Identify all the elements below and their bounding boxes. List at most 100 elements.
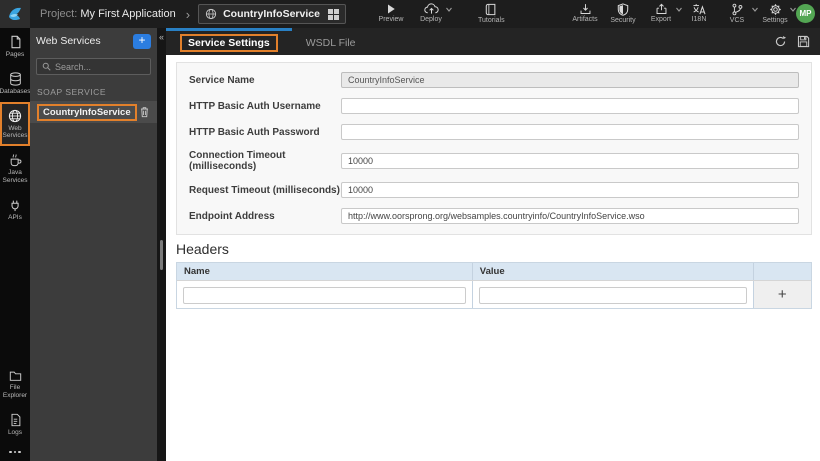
collapse-panel-button[interactable]: « bbox=[157, 33, 166, 42]
add-service-button[interactable]: + bbox=[133, 33, 151, 49]
deploy-label: Deploy bbox=[420, 16, 442, 23]
headers-table: Name Value + bbox=[176, 262, 812, 309]
i18n-button[interactable]: I18N bbox=[686, 3, 712, 23]
branch-icon bbox=[732, 3, 743, 16]
user-avatar[interactable]: MP bbox=[796, 4, 815, 23]
app-logo[interactable] bbox=[0, 0, 30, 28]
top-bar: Project: My First Application › CountryI… bbox=[0, 0, 820, 28]
upload-icon bbox=[656, 3, 666, 14]
endpoint-address-label: Endpoint Address bbox=[189, 210, 275, 222]
wavemaker-logo-icon bbox=[9, 7, 21, 21]
project-label: Project: bbox=[40, 8, 78, 20]
tab-service-settings-label: Service Settings bbox=[180, 34, 278, 52]
save-icon bbox=[797, 35, 810, 48]
sidebar-item-pages[interactable]: Pages bbox=[0, 28, 30, 65]
service-name-input bbox=[341, 72, 799, 88]
delete-service-button[interactable] bbox=[139, 106, 150, 118]
web-services-panel: Web Services + SOAP SERVICE CountryInfoS… bbox=[30, 28, 157, 461]
preview-button[interactable]: Preview bbox=[378, 3, 404, 23]
refresh-button[interactable] bbox=[774, 35, 787, 48]
artifacts-button[interactable]: Artifacts bbox=[572, 3, 598, 23]
tab-wsdl-file-label: WSDL File bbox=[305, 37, 356, 49]
play-icon bbox=[388, 4, 395, 14]
connection-timeout-input[interactable] bbox=[341, 153, 799, 169]
sidebar-item-apis[interactable]: APIs bbox=[0, 191, 30, 228]
auth-password-input[interactable] bbox=[341, 124, 799, 140]
header-action-cell: + bbox=[752, 281, 811, 308]
sidebar-label-pages: Pages bbox=[5, 51, 25, 58]
chevron-down-icon bbox=[446, 7, 452, 12]
sidebar-item-file-explorer[interactable]: File Explorer bbox=[0, 363, 30, 406]
deploy-button[interactable]: Deploy bbox=[418, 3, 452, 23]
cloud-up-icon bbox=[423, 3, 439, 14]
sidebar-item-databases[interactable]: Databases bbox=[0, 65, 31, 102]
security-label: Security bbox=[610, 17, 636, 24]
panel-header: Web Services + bbox=[30, 28, 157, 54]
book-icon bbox=[486, 3, 496, 16]
sidebar-item-web-services[interactable]: Web Services bbox=[0, 101, 30, 147]
sidebar-item-logs[interactable]: Logs bbox=[0, 406, 30, 443]
download-icon bbox=[580, 4, 590, 14]
endpoint-address-input[interactable] bbox=[341, 208, 799, 224]
coffee-icon bbox=[10, 154, 21, 167]
vertical-scrollbar[interactable] bbox=[160, 240, 163, 270]
sidebar-label-logs: Logs bbox=[7, 428, 23, 436]
database-icon bbox=[9, 72, 21, 86]
settings-content: Service Name HTTP Basic Auth Username HT… bbox=[166, 55, 820, 461]
tab-wsdl-file[interactable]: WSDL File bbox=[292, 28, 370, 55]
log-file-icon bbox=[11, 413, 20, 426]
column-header-value: Value bbox=[471, 263, 753, 280]
request-timeout-input[interactable] bbox=[341, 182, 799, 198]
form-row-endpoint: Endpoint Address bbox=[189, 208, 799, 224]
export-label: Export bbox=[650, 16, 672, 23]
gear-icon bbox=[769, 4, 781, 15]
left-nav-sidebar: Pages Databases Web Services Java Servic… bbox=[0, 28, 31, 461]
settings-label: Settings bbox=[762, 17, 788, 24]
breadcrumb-chevron-icon: › bbox=[185, 6, 191, 22]
tutorials-button[interactable]: Tutorials bbox=[478, 3, 505, 24]
connection-timeout-label: Connection Timeout (milliseconds) bbox=[189, 150, 286, 172]
security-button[interactable]: Security bbox=[610, 3, 636, 24]
add-header-row-button[interactable]: + bbox=[774, 287, 791, 302]
api-plug-icon bbox=[11, 200, 19, 211]
header-value-input[interactable] bbox=[478, 286, 747, 304]
project-name: My First Application bbox=[80, 8, 176, 20]
header-name-cell bbox=[177, 281, 472, 308]
translate-icon bbox=[693, 4, 706, 15]
breadcrumb-service-tab[interactable]: CountryInfoService bbox=[198, 4, 346, 24]
column-header-name: Name bbox=[177, 263, 472, 280]
headers-section: Headers Name Value + bbox=[176, 241, 812, 309]
trash-icon bbox=[141, 107, 148, 118]
page-icon bbox=[10, 35, 20, 49]
grid-toggle-icon[interactable] bbox=[327, 8, 339, 20]
vcs-label: VCS bbox=[729, 17, 745, 24]
search-input[interactable] bbox=[55, 61, 145, 72]
save-button[interactable] bbox=[797, 35, 810, 48]
service-list-item[interactable]: CountryInfoService bbox=[30, 101, 157, 123]
service-name-label: Service Name bbox=[189, 74, 255, 86]
settings-button[interactable]: Settings bbox=[762, 3, 796, 24]
header-name-input[interactable] bbox=[183, 286, 466, 304]
auth-username-input[interactable] bbox=[341, 98, 799, 114]
auth-username-label: HTTP Basic Auth Username bbox=[189, 100, 321, 112]
service-name-highlighted[interactable]: CountryInfoService bbox=[37, 103, 137, 121]
auth-password-label: HTTP Basic Auth Password bbox=[189, 126, 320, 138]
headers-title: Headers bbox=[176, 241, 229, 257]
sidebar-label-databases: Databases bbox=[0, 87, 31, 95]
form-row-service-name: Service Name bbox=[189, 72, 799, 88]
search-icon bbox=[42, 62, 51, 71]
headers-table-head: Name Value bbox=[177, 263, 811, 280]
form-row-password: HTTP Basic Auth Password bbox=[189, 124, 799, 140]
sidebar-item-java-services[interactable]: Java Services bbox=[0, 146, 30, 191]
breadcrumb-service-name: CountryInfoService bbox=[223, 8, 320, 20]
header-value-cell bbox=[471, 281, 753, 308]
i18n-label: I18N bbox=[691, 16, 707, 23]
refresh-icon bbox=[775, 35, 787, 47]
vcs-button[interactable]: VCS bbox=[724, 3, 758, 24]
sidebar-label-java-services: Java Services bbox=[2, 169, 28, 184]
tab-service-settings[interactable]: Service Settings bbox=[166, 28, 292, 55]
sidebar-more-button[interactable] bbox=[0, 443, 30, 461]
ellipsis-icon bbox=[9, 450, 12, 453]
export-button[interactable]: Export bbox=[648, 3, 682, 23]
